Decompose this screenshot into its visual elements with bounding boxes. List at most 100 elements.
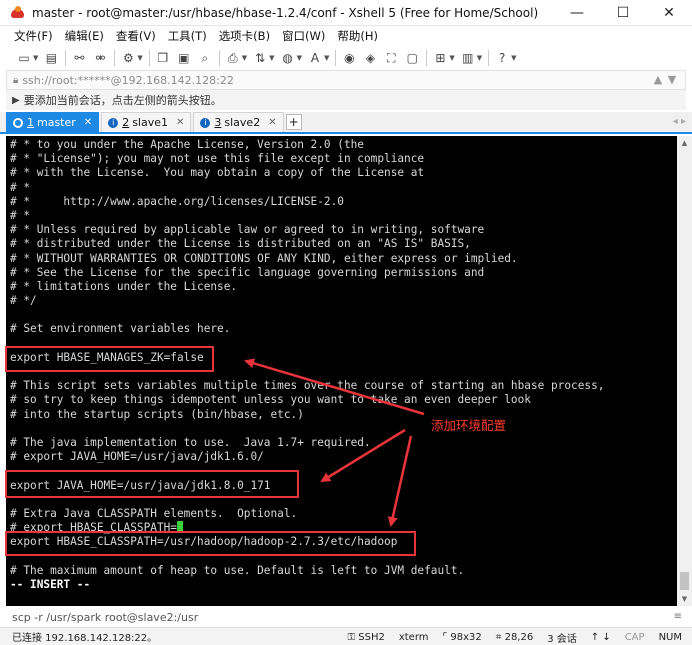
- terminal-line: # * WITHOUT WARRANTIES OR CONDITIONS OF …: [10, 251, 518, 265]
- caps-lock-indicator: CAP: [624, 632, 645, 643]
- connected-icon: ●: [13, 117, 23, 128]
- menu-tools[interactable]: 工具(T): [168, 28, 207, 44]
- chevron-down-icon[interactable]: ▼: [324, 54, 329, 62]
- script-icon[interactable]: ◈: [362, 50, 378, 66]
- arrow-bookmark-icon[interactable]: ▶: [12, 95, 20, 106]
- chevron-up-icon[interactable]: ▲: [651, 73, 665, 86]
- properties-icon[interactable]: ⚙: [120, 50, 136, 66]
- disconnect-icon[interactable]: ⚮: [92, 50, 108, 66]
- address-nav: ▲ ▼: [651, 73, 679, 86]
- tab-label: slave2: [224, 116, 261, 129]
- chevron-down-icon[interactable]: ▼: [511, 54, 516, 62]
- connection-status: 已连接 192.168.142.128:22。: [12, 633, 158, 644]
- add-tab-icon[interactable]: ⊞: [432, 50, 448, 66]
- tab-label: master: [37, 116, 76, 129]
- info-icon: i: [200, 117, 211, 128]
- chevron-down-icon[interactable]: ▼: [242, 54, 247, 62]
- window-controls: — ☐ ✕: [554, 0, 692, 26]
- terminal-line: # so try to keep things idempotent unles…: [10, 393, 531, 407]
- terminal-line: # * "License"); you may not use this fil…: [10, 152, 425, 166]
- menu-tabs[interactable]: 选项卡(B): [219, 28, 270, 44]
- title-bar: master - root@master:/usr/hbase/hbase-1.…: [0, 0, 692, 26]
- terminal-line: # * limitations under the License.: [10, 279, 238, 293]
- scroll-up-icon[interactable]: ▲: [677, 136, 692, 150]
- connect-icon[interactable]: ⚯: [71, 50, 87, 66]
- hint-text: 要添加当前会话，点击左侧的箭头按钮。: [23, 94, 222, 107]
- font-icon[interactable]: A: [307, 50, 323, 66]
- tab-master[interactable]: ● 1 master ✕: [6, 112, 100, 132]
- tab-slave1[interactable]: i 2 slave1 ✕: [101, 112, 192, 132]
- chevron-down-icon[interactable]: ▼: [477, 54, 482, 62]
- compose-text: scp -r /usr/spark root@slave2:/usr: [12, 610, 199, 624]
- compose-bar[interactable]: scp -r /usr/spark root@slave2:/usr ≡: [6, 608, 686, 626]
- menu-help[interactable]: 帮助(H): [337, 28, 378, 44]
- chevron-down-icon[interactable]: ▼: [137, 54, 142, 62]
- terminal-line: # *: [10, 208, 31, 222]
- tab-number: 1: [27, 116, 34, 129]
- transfer-icon[interactable]: ⇅: [252, 50, 268, 66]
- fullscreen-icon[interactable]: ⛶: [383, 50, 399, 66]
- terminal-line: # The java implementation to use. Java 1…: [10, 435, 371, 449]
- scroll-down-icon[interactable]: ▼: [677, 592, 692, 606]
- layout-icon[interactable]: ▥: [460, 50, 476, 66]
- tab-label: slave1: [132, 116, 168, 129]
- toolbar-divider: [488, 50, 490, 66]
- paste-icon[interactable]: ▣: [176, 50, 192, 66]
- tab-number: 2: [122, 116, 130, 129]
- toolbar-divider: [114, 50, 116, 66]
- tab-close-icon[interactable]: ✕: [84, 117, 92, 128]
- session-address-bar[interactable]: 🔒︎ ssh://root:******@192.168.142.128:22 …: [6, 70, 686, 90]
- terminal-line: -- INSERT --: [10, 577, 91, 591]
- menu-file[interactable]: 文件(F): [14, 28, 53, 44]
- menu-edit[interactable]: 编辑(E): [65, 28, 104, 44]
- open-folder-icon[interactable]: ▤: [43, 50, 59, 66]
- minimize-button[interactable]: —: [554, 0, 600, 26]
- xshell-logo-icon: [10, 5, 26, 21]
- globe-icon[interactable]: ◍: [280, 50, 296, 66]
- scroll-thumb[interactable]: [680, 572, 689, 590]
- chevron-down-icon[interactable]: ▼: [297, 54, 302, 62]
- add-tab-button[interactable]: +: [285, 114, 302, 130]
- tab-close-icon[interactable]: ✕: [268, 117, 276, 128]
- terminal-line: # * to you under the Apache License, Ver…: [10, 138, 364, 151]
- toolbar-divider: [335, 50, 337, 66]
- find-icon[interactable]: ⌕: [197, 50, 213, 66]
- tab-close-icon[interactable]: ✕: [176, 117, 184, 128]
- new-session-icon[interactable]: ▭: [16, 50, 32, 66]
- terminal-line: # *: [10, 180, 31, 194]
- tab-number: 3: [214, 116, 222, 129]
- menu-window[interactable]: 窗口(W): [282, 28, 325, 44]
- maximize-button[interactable]: ☐: [600, 0, 646, 26]
- terminal-scrollbar[interactable]: ▲ ▼: [677, 136, 692, 606]
- terminal-line: # This script sets variables multiple ti…: [10, 379, 605, 393]
- help-icon[interactable]: ?: [494, 50, 510, 66]
- annotation-label: 添加环境配置: [431, 418, 507, 433]
- menu-bar: 文件(F) 编辑(E) 查看(V) 工具(T) 选项卡(B) 窗口(W) 帮助(…: [0, 26, 692, 46]
- terminal-line: # Set environment variables here.: [10, 322, 231, 336]
- xftp-icon[interactable]: ◉: [341, 50, 357, 66]
- chevron-down-icon[interactable]: ▼: [665, 73, 679, 86]
- window-title: master - root@master:/usr/hbase/hbase-1.…: [32, 5, 539, 20]
- session-address: ssh://root:******@192.168.142.128:22: [22, 73, 234, 87]
- toolbar-divider: [218, 50, 220, 66]
- status-arrows-icon: ↑ ↓: [590, 632, 611, 643]
- chevron-down-icon[interactable]: ▼: [449, 54, 454, 62]
- hint-bar: ▶ 要添加当前会话，点击左侧的箭头按钮。: [6, 90, 686, 110]
- chevron-down-icon[interactable]: ▼: [269, 54, 274, 62]
- status-right: ⚿ SSH2 xterm ⌜ 98x32 ⌗ 28,26 3 会话 ↑ ↓ CA…: [333, 630, 682, 645]
- menu-icon[interactable]: ≡: [674, 611, 682, 622]
- chevron-down-icon[interactable]: ▼: [33, 54, 38, 62]
- cursor-position: ⌗ 28,26: [495, 632, 534, 643]
- close-button[interactable]: ✕: [646, 0, 692, 26]
- copy-icon[interactable]: ❐: [155, 50, 171, 66]
- tab-scroll-arrows[interactable]: ◂ ▸: [673, 116, 686, 127]
- print-icon[interactable]: ⎙: [225, 50, 241, 66]
- lock-screen-icon[interactable]: ▢: [404, 50, 420, 66]
- toolbar: ▭ ▼ ▤ ⚯ ⚮ ⚙ ▼ ❐ ▣ ⌕ ⎙ ▼ ⇅ ▼ ◍ ▼ A ▼ ◉ ◈ ⛶ ▢ ⊞ ▼…: [0, 46, 692, 70]
- terminal-line: # Extra Java CLASSPATH elements. Optiona…: [10, 506, 298, 520]
- menu-view[interactable]: 查看(V): [116, 28, 156, 44]
- tab-slave2[interactable]: i 3 slave2 ✕: [193, 112, 284, 132]
- annotation-box-java-home: [5, 470, 299, 498]
- protocol: SSH2: [358, 632, 385, 643]
